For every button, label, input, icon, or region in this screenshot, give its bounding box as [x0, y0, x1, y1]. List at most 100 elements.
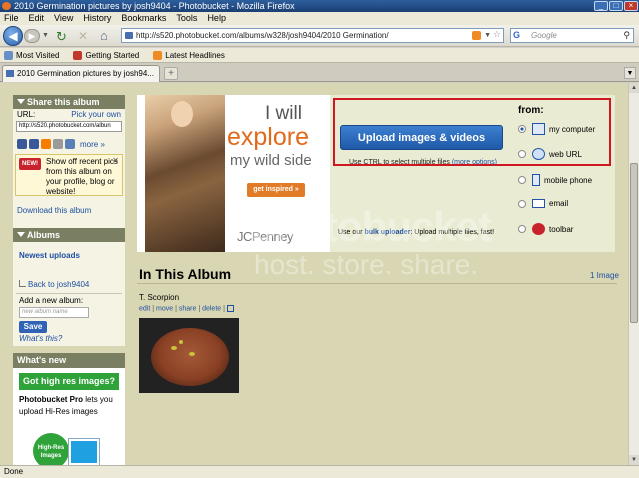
blogger-icon[interactable] [41, 139, 51, 149]
search-icon[interactable]: ⚲ [623, 29, 630, 42]
scroll-down-icon[interactable]: ▼ [629, 455, 639, 465]
link-icon[interactable] [53, 139, 63, 149]
source-web-url[interactable]: web URL [518, 148, 582, 160]
history-dropdown-icon[interactable]: ▼ [42, 32, 49, 39]
multi-select-note: Use CTRL to select multiple files (more … [349, 159, 497, 166]
pick-your-own-link[interactable]: Pick your own [71, 109, 121, 121]
tab-favicon-icon [6, 70, 14, 77]
high-res-button[interactable]: Got high res images? [19, 373, 119, 390]
globe-icon [532, 148, 545, 160]
image-thumbnail[interactable] [139, 318, 239, 393]
jcpenney-ad-banner[interactable]: I will explore my wild side get inspired… [137, 95, 330, 252]
upload-images-button[interactable]: Upload images & videos [340, 125, 503, 150]
share-album-header[interactable]: Share this album [13, 95, 125, 109]
minimize-button[interactable]: _ [594, 1, 608, 11]
high-res-badge[interactable]: High-Res Images [33, 433, 69, 465]
new-feature-callout: NEW! ✕ Show off recent pics from this al… [15, 154, 123, 196]
ad-brand-logo: JCPenney [237, 229, 293, 244]
bookmark-label: Most Visited [16, 50, 60, 60]
menu-help[interactable]: Help [207, 12, 226, 25]
status-text: Done [4, 467, 24, 476]
vertical-scrollbar[interactable]: ▲ ▼ [628, 83, 639, 465]
email-icon[interactable] [65, 139, 75, 149]
forward-button[interactable]: ▶ [24, 29, 40, 43]
share-url-field[interactable]: http://s520.photobucket.com/albun [16, 121, 122, 132]
menu-file[interactable]: File [4, 12, 19, 25]
delicious-icon[interactable] [17, 139, 27, 149]
new-feature-text[interactable]: Show off recent pics from this album on … [46, 157, 118, 196]
delete-link[interactable]: delete [202, 305, 221, 312]
bookmark-latest-headlines[interactable]: Latest Headlines [153, 48, 225, 62]
window-controls: _ □ × [594, 1, 638, 11]
menu-tools[interactable]: Tools [176, 12, 197, 25]
source-toolbar[interactable]: toolbar [518, 223, 573, 235]
menu-edit[interactable]: Edit [29, 12, 45, 25]
menu-history[interactable]: History [83, 12, 111, 25]
radio-button[interactable] [518, 125, 526, 133]
stop-button[interactable]: ✕ [78, 29, 88, 43]
bookmark-label: Latest Headlines [165, 50, 225, 60]
address-bar[interactable]: http://s520.photobucket.com/albums/w328/… [121, 28, 504, 43]
tree-branch-icon [19, 280, 26, 287]
move-link[interactable]: move [156, 305, 173, 312]
close-icon[interactable]: ✕ [112, 156, 119, 166]
newest-uploads-link[interactable]: Newest uploads [13, 251, 125, 260]
scroll-up-icon[interactable]: ▲ [629, 83, 639, 93]
navigation-toolbar: ◀ ▶ ▼ ↻ ✕ ⌂ http://s520.photobucket.com/… [0, 25, 639, 47]
menu-bookmarks[interactable]: Bookmarks [121, 12, 166, 25]
radio-button[interactable] [518, 150, 526, 158]
close-window-button[interactable]: × [624, 1, 638, 11]
radio-button[interactable] [518, 199, 526, 208]
new-tab-button[interactable]: + [164, 67, 178, 80]
edit-link[interactable]: edit [139, 305, 150, 312]
google-engine-icon[interactable]: G [513, 29, 520, 42]
source-label: toolbar [549, 224, 574, 234]
tab-list-button[interactable]: ▼ [624, 67, 636, 79]
get-inspired-button[interactable]: get inspired » [247, 183, 305, 197]
more-share-link[interactable]: more » [80, 140, 105, 149]
image-caption[interactable]: T. Scorpion [139, 293, 179, 302]
search-input[interactable]: G Google ⚲ [510, 28, 634, 43]
back-button[interactable]: ◀ [3, 26, 23, 46]
source-mobile-phone[interactable]: mobile phone [518, 174, 592, 186]
menu-view[interactable]: View [54, 12, 73, 25]
source-email[interactable]: email [518, 199, 568, 208]
select-checkbox[interactable] [226, 305, 234, 312]
add-album-label: Add a new album: [19, 296, 84, 305]
bookmark-star-icon[interactable]: ☆ [493, 29, 501, 41]
image-count-link[interactable]: 1 Image [590, 271, 619, 280]
facebook-icon[interactable] [29, 139, 39, 149]
whats-this-link[interactable]: What's this? [13, 334, 125, 343]
bookmark-most-visited[interactable]: Most Visited [4, 48, 59, 62]
share-link[interactable]: share [179, 305, 197, 312]
scroll-thumb[interactable] [630, 163, 638, 323]
download-album-link[interactable]: Download this album [13, 206, 125, 215]
watermark-tagline: host. store. share. [254, 249, 479, 280]
maximize-button[interactable]: □ [609, 1, 623, 11]
albums-panel: Albums Newest uploads Back to josh9404 A… [13, 228, 125, 346]
url-row: URL: Pick your own [13, 109, 125, 121]
album-name-input[interactable]: new album name [19, 307, 89, 318]
bulk-uploader-link[interactable]: bulk uploader [364, 229, 410, 236]
source-my-computer[interactable]: my computer [518, 123, 595, 135]
pro-name[interactable]: Photobucket Pro [19, 395, 83, 404]
radio-button[interactable] [518, 225, 526, 233]
url-dropdown-icon[interactable]: ▼ [484, 29, 491, 42]
more-options-link[interactable]: (more options) [452, 159, 497, 166]
sprout [189, 352, 195, 356]
url-label: URL: [17, 110, 36, 119]
radio-button[interactable] [518, 176, 526, 184]
from-label: from: [518, 105, 544, 116]
rss-feed-icon[interactable] [472, 31, 481, 40]
back-link-label: Back to josh9404 [28, 280, 90, 289]
bookmark-getting-started[interactable]: Getting Started [73, 48, 139, 62]
back-to-user-link[interactable]: Back to josh9404 [13, 280, 125, 289]
save-album-button[interactable]: Save [19, 321, 47, 333]
albums-header[interactable]: Albums [13, 228, 125, 242]
search-placeholder: Google [531, 31, 557, 40]
reload-button[interactable]: ↻ [56, 29, 67, 45]
window-titlebar: 2010 Germination pictures by josh9404 - … [0, 0, 639, 12]
tab-photobucket[interactable]: 2010 Germination pictures by josh94... [2, 65, 160, 82]
home-button[interactable]: ⌂ [100, 28, 108, 43]
sprout [179, 340, 183, 344]
